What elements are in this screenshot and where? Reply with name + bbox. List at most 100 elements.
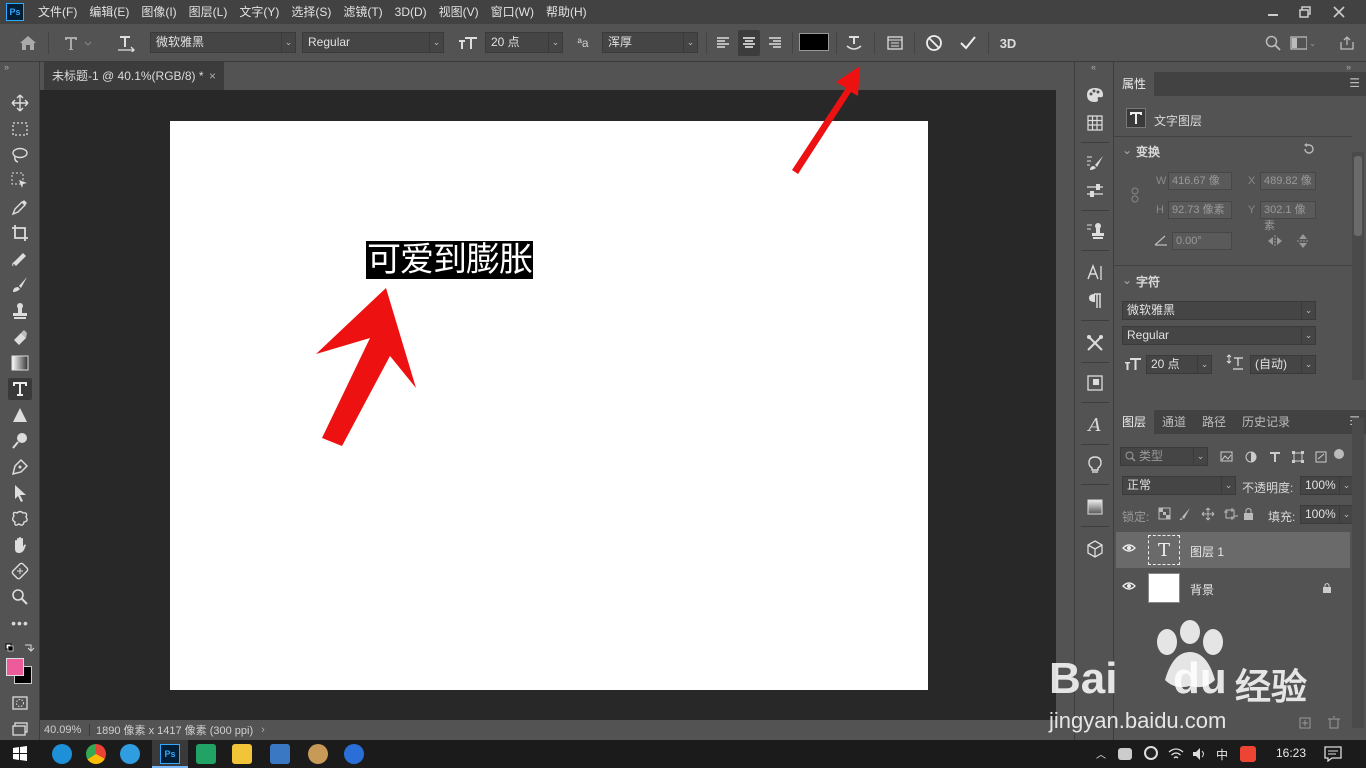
layer-row-text[interactable]: T 图层 1 bbox=[1116, 532, 1350, 568]
crop-tool[interactable] bbox=[8, 222, 32, 244]
brush-tool[interactable] bbox=[8, 274, 32, 296]
collapse-icon[interactable]: » bbox=[4, 62, 9, 72]
menu-layer[interactable]: 图层(L) bbox=[183, 0, 234, 24]
zoom-tool[interactable] bbox=[8, 586, 32, 608]
chrome-icon[interactable] bbox=[86, 744, 106, 764]
document-canvas[interactable]: 可爱到膨胀 bbox=[170, 121, 928, 690]
align-center-button[interactable] bbox=[738, 30, 760, 56]
filter-toggle-icon[interactable] bbox=[1334, 449, 1344, 459]
menu-3d[interactable]: 3D(D) bbox=[389, 0, 433, 24]
layer-row-background[interactable]: 背景 bbox=[1116, 570, 1350, 606]
tool-preset-picker[interactable] bbox=[58, 30, 98, 56]
menu-edit[interactable]: 编辑(E) bbox=[83, 0, 135, 24]
selected-text-layer[interactable]: 可爱到膨胀 bbox=[366, 241, 533, 279]
tool-presets-panel-button[interactable] bbox=[1083, 332, 1107, 354]
menu-view[interactable]: 视图(V) bbox=[433, 0, 485, 24]
windows-start-icon[interactable] bbox=[12, 746, 28, 762]
flip-vertical-icon[interactable] bbox=[1296, 232, 1310, 250]
align-left-button[interactable] bbox=[712, 30, 734, 56]
x-field[interactable]: 489.82 像 bbox=[1260, 172, 1316, 190]
cancel-edits-button[interactable] bbox=[922, 30, 946, 56]
marquee-tool[interactable] bbox=[8, 118, 32, 140]
opacity-field[interactable]: 100% ⌄ bbox=[1300, 476, 1354, 495]
glyphs-panel-button[interactable]: A bbox=[1083, 414, 1107, 436]
properties-font-style-select[interactable]: Regular ⌄ bbox=[1122, 326, 1316, 345]
font-style-select[interactable]: Regular ⌄ bbox=[302, 32, 444, 53]
commit-edits-button[interactable] bbox=[956, 30, 980, 56]
font-family-select[interactable]: 微软雅黑 ⌄ bbox=[150, 32, 296, 53]
tab-layers[interactable]: 图层 bbox=[1114, 410, 1155, 434]
hand-tool[interactable] bbox=[8, 534, 32, 556]
ime-indicator[interactable]: 中 bbox=[1216, 746, 1228, 763]
quick-mask-button[interactable] bbox=[8, 692, 32, 714]
y-field[interactable]: 302.1 像素 bbox=[1260, 201, 1316, 232]
leading-select[interactable]: (自动) ⌄ bbox=[1250, 355, 1316, 374]
paragraph-panel-button[interactable] bbox=[1083, 290, 1107, 312]
menu-select[interactable]: 选择(S) bbox=[285, 0, 337, 24]
adjustments-panel-button[interactable] bbox=[1083, 180, 1107, 202]
learn-panel-button[interactable] bbox=[1083, 454, 1107, 476]
history-brush-tool[interactable] bbox=[8, 326, 32, 348]
reset-transform-icon[interactable] bbox=[1302, 142, 1316, 156]
menu-type[interactable]: 文字(Y) bbox=[233, 0, 285, 24]
collapse-icon[interactable]: « bbox=[1091, 62, 1096, 72]
path-selection-tool[interactable] bbox=[8, 482, 32, 504]
rotate-view-tool[interactable] bbox=[8, 560, 32, 582]
layers-scrollbar[interactable] bbox=[1352, 418, 1364, 728]
character-section-title[interactable]: 字符 bbox=[1136, 273, 1160, 290]
eye-icon[interactable] bbox=[1122, 581, 1136, 591]
eyedropper-tool[interactable] bbox=[8, 196, 32, 218]
collapse-icon[interactable]: » bbox=[1346, 62, 1351, 72]
tab-history[interactable]: 历史记录 bbox=[1234, 410, 1298, 434]
search-button[interactable] bbox=[1262, 30, 1284, 56]
align-right-button[interactable] bbox=[764, 30, 786, 56]
properties-scroll-thumb[interactable] bbox=[1354, 156, 1362, 236]
properties-font-family-select[interactable]: 微软雅黑 ⌄ bbox=[1122, 301, 1316, 320]
swatches-panel-button[interactable] bbox=[1083, 112, 1107, 134]
menu-help[interactable]: 帮助(H) bbox=[540, 0, 593, 24]
notification-icon[interactable] bbox=[1324, 746, 1342, 762]
dodge-tool[interactable] bbox=[8, 430, 32, 452]
tab-channels[interactable]: 通道 bbox=[1154, 410, 1194, 434]
color-panel-button[interactable] bbox=[1083, 84, 1107, 106]
swap-colors-icon[interactable] bbox=[5, 642, 35, 654]
screen-mode-button[interactable] bbox=[8, 718, 32, 740]
restore-button[interactable] bbox=[1288, 0, 1322, 24]
more-tools-icon[interactable]: ••• bbox=[8, 612, 32, 634]
workspace-button[interactable]: ⌄ bbox=[1290, 30, 1316, 56]
layer-name[interactable]: 背景 bbox=[1190, 581, 1214, 598]
text-color-swatch[interactable] bbox=[799, 33, 829, 51]
home-button[interactable] bbox=[14, 30, 42, 56]
custom-shape-tool[interactable] bbox=[8, 508, 32, 530]
angle-field[interactable]: 0.00° bbox=[1172, 232, 1232, 250]
tray-qq-icon[interactable] bbox=[1144, 746, 1158, 760]
toggle-text-orientation-button[interactable] bbox=[112, 30, 140, 56]
link-icon[interactable] bbox=[1130, 187, 1140, 203]
panel-menu-icon[interactable]: ☰ bbox=[1349, 76, 1360, 90]
chevron-down-icon[interactable]: ⌄ bbox=[1122, 143, 1132, 157]
status-menu-arrow-icon[interactable]: › bbox=[261, 724, 265, 736]
taskbar-photoshop[interactable]: Ps bbox=[152, 740, 188, 768]
foreground-color-swatch[interactable] bbox=[6, 658, 24, 676]
minimize-button[interactable] bbox=[1256, 0, 1290, 24]
layer-name[interactable]: 图层 1 bbox=[1190, 543, 1224, 560]
file-explorer-icon[interactable] bbox=[232, 744, 252, 764]
ime-sogou-icon[interactable] bbox=[1240, 746, 1256, 762]
width-field[interactable]: 416.67 像 bbox=[1168, 172, 1232, 190]
menu-window[interactable]: 窗口(W) bbox=[485, 0, 540, 24]
properties-font-size-select[interactable]: 20 点 ⌄ bbox=[1146, 355, 1212, 374]
zoom-level[interactable]: 40.09% bbox=[40, 724, 90, 736]
tab-properties[interactable]: 属性 bbox=[1114, 72, 1155, 96]
canvas-workspace[interactable]: 可爱到膨胀 bbox=[40, 90, 1056, 720]
menu-image[interactable]: 图像(I) bbox=[135, 0, 182, 24]
tray-chevron-up-icon[interactable]: ︿ bbox=[1096, 746, 1106, 761]
volume-icon[interactable] bbox=[1192, 747, 1208, 761]
blend-mode-select[interactable]: 正常 ⌄ bbox=[1122, 476, 1236, 495]
app-icon[interactable] bbox=[270, 744, 290, 764]
properties-scrollbar[interactable] bbox=[1352, 152, 1364, 380]
shape-tool[interactable] bbox=[8, 404, 32, 426]
gradients-panel-button[interactable] bbox=[1083, 496, 1107, 518]
3d-button[interactable]: 3D bbox=[994, 30, 1022, 56]
tab-paths[interactable]: 路径 bbox=[1194, 410, 1234, 434]
share-button[interactable] bbox=[1336, 30, 1358, 56]
